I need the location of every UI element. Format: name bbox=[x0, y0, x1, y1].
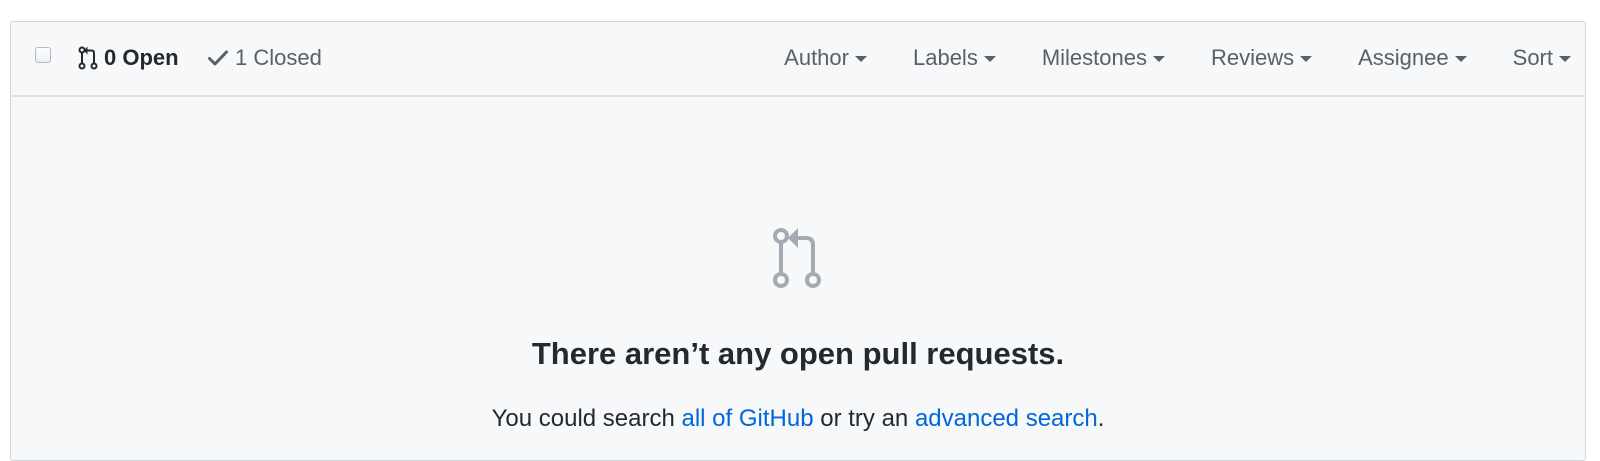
caret-down-icon bbox=[854, 56, 867, 62]
open-count-label: 0 Open bbox=[104, 45, 179, 70]
milestones-filter-label: Milestones bbox=[1041, 45, 1147, 70]
git-pull-request-icon bbox=[773, 228, 821, 288]
pull-requests-toolbar: 0 Open 1 Closed Author Labels Milestones bbox=[11, 22, 1585, 97]
caret-down-icon bbox=[1454, 56, 1467, 62]
reviews-filter-menu[interactable]: Reviews bbox=[1210, 44, 1313, 72]
empty-state-message: You could search all of GitHub or try an… bbox=[11, 404, 1585, 434]
empty-state: There aren’t any open pull requests. You… bbox=[11, 97, 1585, 460]
caret-down-icon bbox=[1300, 56, 1313, 62]
caret-down-icon bbox=[1559, 56, 1571, 62]
message-text-suffix: . bbox=[1097, 405, 1105, 432]
search-all-github-link[interactable]: all of GitHub bbox=[682, 405, 814, 432]
message-text-prefix: You could search bbox=[491, 405, 682, 432]
assignee-filter-label: Assignee bbox=[1358, 45, 1449, 70]
closed-count-label: 1 Closed bbox=[235, 45, 322, 70]
caret-down-icon bbox=[1152, 56, 1165, 62]
message-text-middle: or try an bbox=[813, 405, 915, 432]
reviews-filter-label: Reviews bbox=[1210, 45, 1295, 70]
advanced-search-link[interactable]: advanced search bbox=[915, 405, 1098, 432]
labels-filter-menu[interactable]: Labels bbox=[913, 44, 996, 72]
closed-pull-requests-tab[interactable]: 1 Closed bbox=[207, 44, 322, 72]
select-all-checkbox[interactable] bbox=[35, 47, 51, 63]
milestones-filter-menu[interactable]: Milestones bbox=[1042, 44, 1165, 72]
author-filter-label: Author bbox=[784, 45, 849, 70]
assignee-filter-menu[interactable]: Assignee bbox=[1358, 44, 1467, 72]
caret-down-icon bbox=[983, 56, 996, 62]
sort-label: Sort bbox=[1512, 45, 1553, 70]
git-pull-request-icon bbox=[78, 46, 98, 70]
open-pull-requests-tab[interactable]: 0 Open bbox=[78, 44, 179, 72]
sort-menu[interactable]: Sort bbox=[1513, 44, 1571, 72]
check-icon bbox=[208, 50, 228, 66]
labels-filter-label: Labels bbox=[912, 45, 978, 70]
pull-requests-panel: 0 Open 1 Closed Author Labels Milestones bbox=[10, 21, 1586, 461]
empty-state-title: There aren’t any open pull requests. bbox=[531, 336, 1065, 371]
author-filter-menu[interactable]: Author bbox=[784, 44, 867, 72]
filter-menus: Author Labels Milestones Reviews Assigne… bbox=[738, 44, 1571, 72]
